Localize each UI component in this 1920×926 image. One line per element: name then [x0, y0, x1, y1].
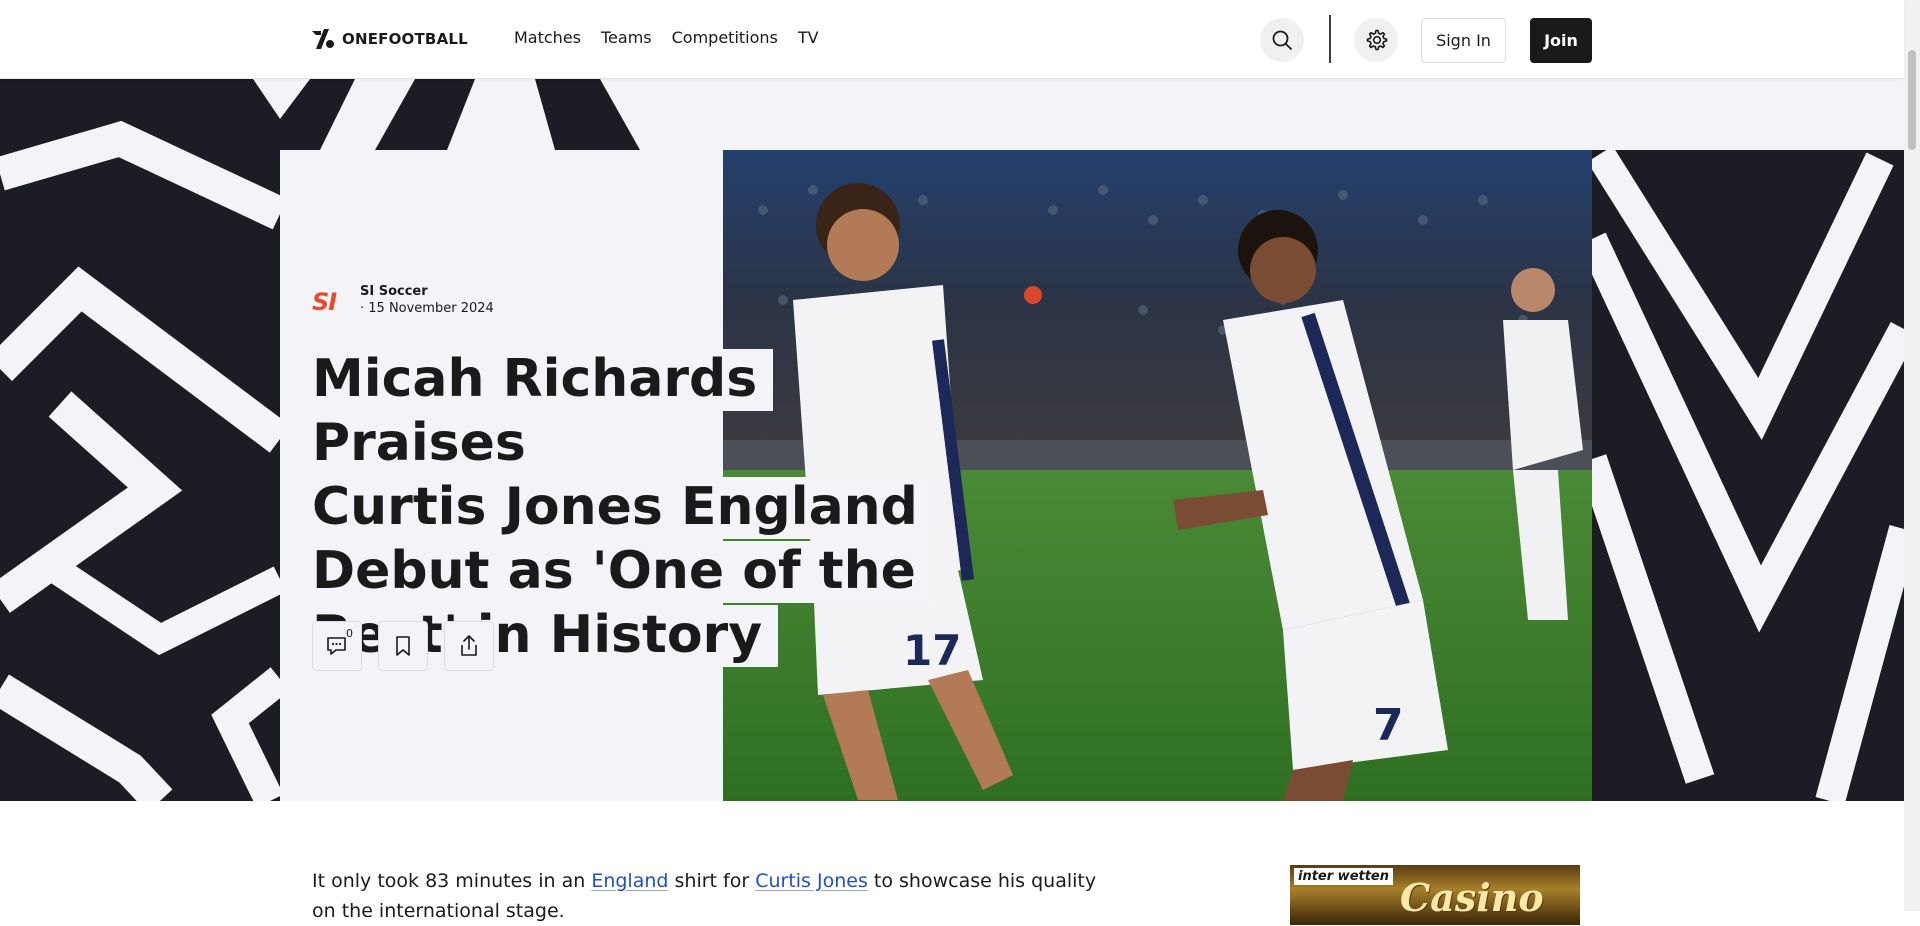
page-scrollbar[interactable] [1904, 0, 1920, 911]
ad-text: Casino [1400, 875, 1544, 920]
source-meta: SI Soccer 15 November 2024 [360, 284, 494, 316]
curtis-jones-link[interactable]: Curtis Jones [755, 870, 868, 892]
body-text-1: It only took 83 minutes in an [312, 870, 592, 892]
nav-tv[interactable]: TV [798, 28, 819, 47]
settings-button[interactable] [1354, 18, 1398, 62]
headline-line-3: Debut as 'One of the [312, 541, 932, 603]
headline-line-2: Curtis Jones England [312, 477, 934, 539]
scrollbar-thumb[interactable] [1908, 50, 1916, 150]
comments-button[interactable]: 0 [312, 621, 362, 671]
sign-in-button[interactable]: Sign In [1421, 18, 1506, 63]
gear-icon [1366, 29, 1388, 51]
logo-text: ONEFOOTBALL [342, 30, 468, 48]
article-source[interactable]: SI SI Soccer 15 November 2024 [312, 284, 494, 316]
nav-competitions[interactable]: Competitions [672, 28, 778, 47]
body-text-2: shirt for [668, 870, 756, 892]
bookmark-icon [396, 636, 410, 656]
article-paragraph: It only took 83 minutes in an England sh… [312, 866, 1112, 926]
onefootball-mark-icon [312, 29, 334, 49]
search-icon [1272, 30, 1292, 50]
nav-matches[interactable]: Matches [514, 28, 581, 47]
site-header: ONEFOOTBALL Matches Teams Competitions T… [0, 0, 1904, 79]
search-button[interactable] [1260, 18, 1304, 62]
article-actions: 0 [312, 621, 494, 671]
article-headline: Micah Richards Praises Curtis Jones Engla… [312, 347, 962, 667]
main-nav: Matches Teams Competitions TV [514, 28, 819, 47]
ad-brand-logo: inter wetten [1294, 868, 1394, 885]
share-icon [461, 635, 477, 656]
bookmark-button[interactable] [378, 621, 428, 671]
headline-line-1: Micah Richards Praises [312, 349, 774, 475]
comment-count: 0 [346, 627, 353, 640]
england-link[interactable]: England [591, 870, 668, 892]
source-name[interactable]: SI Soccer [360, 284, 494, 299]
header-divider [1329, 15, 1331, 63]
publish-date: 15 November 2024 [360, 301, 494, 316]
join-button[interactable]: Join [1530, 18, 1592, 63]
si-soccer-logo: SI [312, 288, 337, 316]
onefootball-logo[interactable]: ONEFOOTBALL [312, 28, 468, 50]
article-hero: 17 7 SI SI Soccer 15 November 2024 Micah… [0, 79, 1904, 801]
share-button[interactable] [444, 621, 494, 671]
advertisement-banner[interactable]: inter wetten Casino [1290, 865, 1580, 925]
nav-teams[interactable]: Teams [601, 28, 652, 47]
svg-text:7: 7 [1373, 700, 1404, 751]
